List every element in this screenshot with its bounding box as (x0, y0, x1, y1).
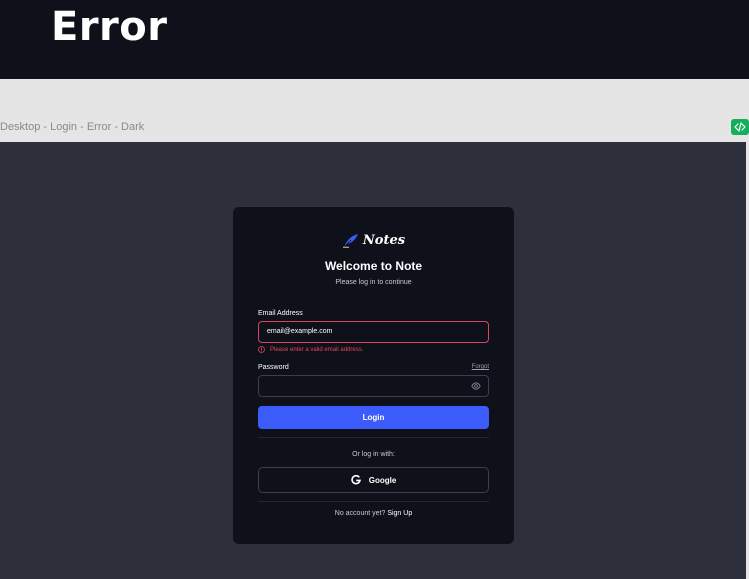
password-field[interactable] (258, 375, 489, 397)
email-value: email@example.com (267, 328, 333, 335)
brand-logo: Notes (233, 231, 514, 249)
email-field[interactable]: email@example.com (258, 321, 489, 343)
divider (258, 501, 489, 502)
feather-icon (342, 233, 358, 248)
signup-row: No account yet? Sign Up (233, 510, 514, 517)
code-icon (734, 122, 746, 132)
brand-name: Notes (362, 232, 406, 248)
email-error-message: Please enter a valid email address. (258, 346, 363, 353)
google-icon (351, 475, 361, 485)
alert-circle-icon (258, 346, 265, 353)
alt-login-text: Or log in with: (352, 451, 395, 458)
forgot-link[interactable]: Forgot (472, 364, 489, 370)
eye-icon[interactable] (471, 382, 481, 390)
login-card: Notes Welcome to Note Please log in to c… (233, 207, 514, 544)
no-account-text: No account yet? (334, 510, 386, 517)
welcome-subtitle: Please log in to continue (335, 279, 412, 286)
code-badge[interactable] (731, 119, 749, 135)
email-label: Email Address (258, 310, 303, 317)
google-button-label: Google (368, 475, 397, 485)
divider (258, 437, 489, 438)
google-login-button[interactable]: Google (258, 467, 489, 493)
signup-link[interactable]: Sign Up (387, 510, 412, 517)
page-title: Error (51, 4, 168, 50)
frame-label[interactable]: Desktop - Login - Error - Dark (0, 121, 144, 133)
top-banner: Error (0, 0, 749, 79)
login-button[interactable]: Login (258, 406, 489, 429)
password-label: Password (258, 364, 289, 371)
email-error-text: Please enter a valid email address. (270, 346, 364, 353)
welcome-heading: Welcome to Note (324, 259, 423, 273)
